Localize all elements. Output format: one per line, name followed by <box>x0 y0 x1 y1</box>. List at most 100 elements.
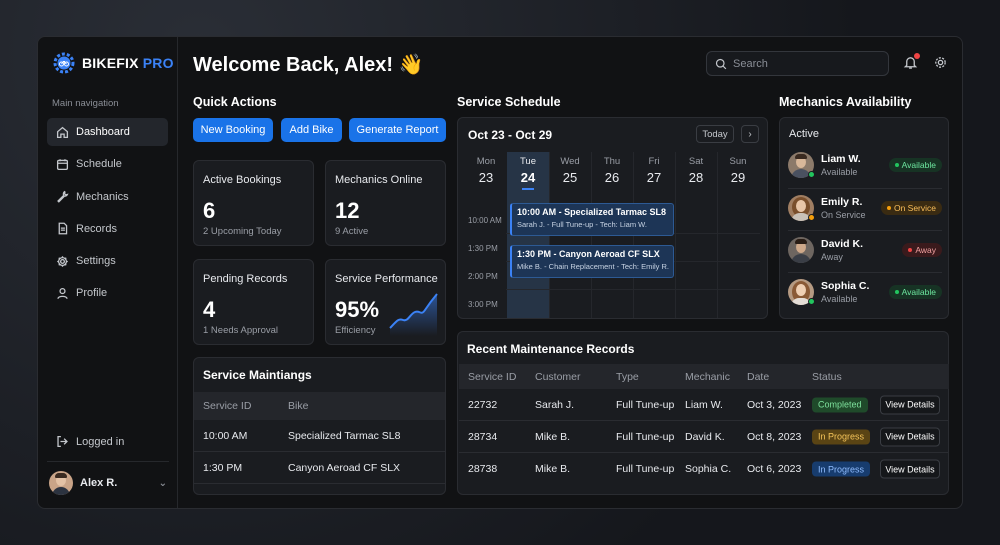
performance-sparkline <box>389 293 438 336</box>
search-icon <box>715 58 727 69</box>
logged-in-link[interactable]: Logged in <box>56 435 124 448</box>
time-label: 1:30 PM <box>468 244 498 253</box>
cell-service-id: 10:00 AM <box>203 429 248 442</box>
mechanics-online-card[interactable]: Mechanics Online 12 9 Active <box>325 160 446 246</box>
notifications-button[interactable] <box>903 53 920 75</box>
day-name: Wed <box>560 156 580 167</box>
time-label: 10:00 AM <box>468 216 502 225</box>
table-row[interactable]: 28734 Mike B. Full Tune-up David K. Oct … <box>459 421 949 453</box>
stat-value: 12 <box>335 198 360 223</box>
sidebar-item-dashboard[interactable]: Dashboard <box>47 118 168 146</box>
cell-date: Oct 3, 2023 <box>747 398 802 411</box>
view-details-button[interactable]: View Details <box>880 395 940 414</box>
status-badge: Available <box>888 158 942 172</box>
search-input[interactable] <box>733 57 873 70</box>
calendar-event[interactable]: 10:00 AM - Specialized Tarmac SL8 Sarah … <box>510 203 674 236</box>
sidebar-item-settings[interactable]: Settings <box>47 247 168 275</box>
pending-records-card[interactable]: Pending Records 4 1 Needs Approval <box>193 259 314 345</box>
mechanic-status-text: On Service <box>821 210 866 220</box>
day-name: Tue <box>519 156 537 167</box>
page-title: Welcome Back, Alex! 👋 <box>193 54 424 76</box>
table-row[interactable]: 28738 Mike B. Full Tune-up Sophia C. Oct… <box>459 453 949 485</box>
brand-suffix: PRO <box>142 55 174 71</box>
document-icon <box>58 222 68 235</box>
table-row[interactable]: 10:00 AM Specialized Tarmac SL8 <box>194 420 445 452</box>
stat-label: Active Bookings <box>203 174 282 186</box>
status-badge-label: Available <box>901 160 936 170</box>
calendar-event[interactable]: 1:30 PM - Canyon Aeroad CF SLX Mike B. -… <box>510 245 674 278</box>
sidebar-item-label: Mechanics <box>76 190 129 203</box>
status-badge-label: Available <box>901 287 936 297</box>
calendar-range: Oct 23 - Oct 29 <box>468 128 553 142</box>
table-row[interactable]: 1:30 PM Canyon Aeroad CF SLX <box>194 452 445 484</box>
online-indicator <box>808 214 815 221</box>
avatar <box>788 237 814 263</box>
event-title: 10:00 AM - Specialized Tarmac SL8 <box>517 207 667 217</box>
home-icon <box>56 126 69 138</box>
day-date: 29 <box>730 170 746 185</box>
calendar-card: Oct 23 - Oct 29 Today › Mon 23 Tue 24 We… <box>457 117 768 319</box>
service-performance-card[interactable]: Service Performance 95% Efficiency <box>325 259 446 345</box>
sidebar-divider <box>47 461 169 462</box>
column-header: Service ID <box>468 370 517 383</box>
recent-records-title: Recent Maintenance Records <box>467 342 635 356</box>
mechanic-row[interactable]: David K. Away Away <box>788 230 942 270</box>
mechanic-name: Sophia C. <box>821 280 870 292</box>
user-menu[interactable]: Alex R. ⌄ <box>49 471 167 495</box>
chevron-down-icon: ⌄ <box>158 477 167 489</box>
day-column-mon[interactable]: Mon 23 <box>465 152 507 318</box>
brand-logo[interactable]: BIKEFIX PRO <box>52 51 174 75</box>
mechanic-status-text: Available <box>821 294 858 304</box>
cell-service-id: 28738 <box>468 463 498 475</box>
logout-icon <box>57 435 68 448</box>
mechanic-row[interactable]: Sophia C. Available Available <box>788 272 942 312</box>
brand-name: BIKEFIX <box>82 55 139 71</box>
cell-customer: Sarah J. <box>535 398 575 411</box>
time-label: 3:00 PM <box>468 300 498 309</box>
view-details-button[interactable]: View Details <box>880 459 940 479</box>
sidebar-item-records[interactable]: Records <box>47 215 168 243</box>
mechanic-row[interactable]: Emily R. On Service On Service <box>788 188 942 228</box>
mechanic-row[interactable]: Liam W. Available Available <box>788 145 942 185</box>
gear-icon <box>935 57 946 68</box>
generate-report-button[interactable]: Generate Report <box>349 118 446 142</box>
view-details-button[interactable]: View Details <box>880 427 940 446</box>
cell-mechanic: Liam W. <box>685 398 723 411</box>
status-badge: On Service <box>880 201 942 215</box>
gear-icon <box>57 255 68 267</box>
day-column-sun[interactable]: Sun 29 <box>717 152 759 318</box>
grid-line <box>717 152 718 318</box>
column-header: Type <box>616 370 639 383</box>
selected-day-indicator <box>522 188 534 190</box>
sidebar-item-label: Profile <box>76 287 108 300</box>
cell-service-id: 22732 <box>468 398 498 411</box>
day-column-sat[interactable]: Sat 28 <box>675 152 717 318</box>
mechanic-name: Liam W. <box>821 153 861 165</box>
active-bookings-card[interactable]: Active Bookings 6 2 Upcoming Today <box>193 160 314 246</box>
search-box[interactable] <box>706 51 889 76</box>
column-header: Status <box>812 370 842 383</box>
day-name: Sat <box>688 156 704 167</box>
next-week-button[interactable]: › <box>741 125 759 143</box>
new-booking-button[interactable]: New Booking <box>193 118 273 142</box>
status-badge: Completed <box>812 397 868 412</box>
event-detail: Sarah J. - Full Tune-up - Tech: Liam W. <box>517 220 647 229</box>
status-badge-label: Away <box>915 245 936 255</box>
today-button[interactable]: Today <box>696 125 734 143</box>
sidebar-item-mechanics[interactable]: Mechanics <box>47 183 168 211</box>
stat-sub: 2 Upcoming Today <box>203 226 282 237</box>
mechanics-subtitle: Active <box>789 128 819 140</box>
add-bike-button[interactable]: Add Bike <box>281 118 342 142</box>
user-name: Alex R. <box>80 477 118 489</box>
cell-date: Oct 6, 2023 <box>747 463 802 475</box>
status-badge: In Progress <box>812 429 871 444</box>
column-header: Date <box>747 370 770 383</box>
table-row[interactable]: 22732 Sarah J. Full Tune-up Liam W. Oct … <box>459 389 949 421</box>
sidebar-item-schedule[interactable]: Schedule <box>47 150 168 178</box>
settings-button[interactable] <box>933 55 948 75</box>
avatar <box>49 471 73 495</box>
stat-value: 95% <box>335 297 380 322</box>
cell-bike: Canyon Aeroad CF SLX <box>288 461 401 474</box>
sidebar-item-profile[interactable]: Profile <box>47 279 168 307</box>
recent-records-card: Recent Maintenance Records Service ID Cu… <box>457 331 949 495</box>
